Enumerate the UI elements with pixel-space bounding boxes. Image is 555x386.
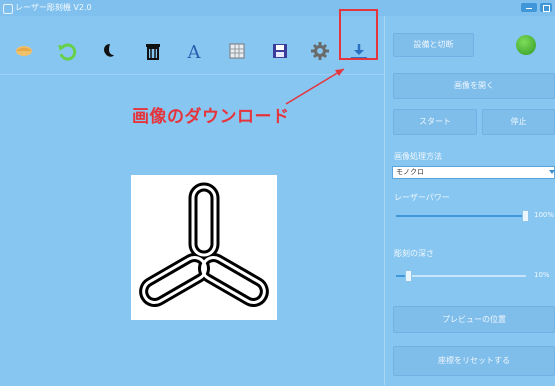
save-button[interactable] (268, 39, 292, 63)
stop-button[interactable]: 停止 (482, 109, 555, 135)
preview-position-button[interactable]: プレビューの位置 (393, 306, 555, 333)
save-icon (273, 44, 287, 58)
engrave-depth-label: 彫刻の深さ (394, 249, 434, 258)
settings-icon (311, 42, 329, 60)
disconnect-button[interactable]: 設備と切断 (393, 33, 474, 57)
engrave-depth-value: 10% (534, 271, 550, 279)
invert-button[interactable] (97, 39, 121, 63)
settings-button[interactable] (308, 39, 332, 63)
rotate-button[interactable] (55, 39, 79, 63)
minimize-button[interactable] (521, 3, 537, 12)
eraser-button[interactable] (12, 39, 36, 63)
grid-button[interactable] (225, 39, 249, 63)
rotate-icon (58, 43, 77, 61)
maximize-button[interactable] (540, 3, 552, 12)
connection-status-icon (516, 35, 536, 55)
engrave-depth-track (396, 275, 526, 277)
processing-method-select[interactable]: モノクロ (392, 166, 555, 179)
start-button[interactable]: スタート (393, 109, 477, 135)
processing-method-label: 画像処理方法 (394, 152, 442, 161)
text-button[interactable]: A (182, 39, 206, 63)
delete-button[interactable] (141, 39, 165, 63)
laser-power-slider[interactable] (522, 210, 529, 222)
annotation-label: 画像のダウンロード (132, 107, 290, 127)
open-image-button[interactable]: 画像を開く (393, 73, 555, 99)
toolbar: A (0, 16, 384, 74)
text-icon: A (187, 42, 202, 63)
eraser-icon (16, 46, 32, 56)
title-bar: レーザー彫刻機 V2.0 (0, 0, 555, 16)
download-highlight-box (339, 9, 378, 60)
engrave-depth-slider[interactable] (405, 270, 412, 282)
image-preview[interactable] (131, 175, 277, 320)
grid-icon (229, 43, 245, 59)
panel-divider (384, 16, 385, 385)
triskelion-logo-image (139, 182, 269, 307)
svg-text:A: A (187, 42, 202, 63)
invert-icon (104, 44, 114, 57)
laser-power-fill (396, 215, 526, 217)
chevron-down-icon (549, 170, 555, 174)
laser-power-label: レーザーパワー (394, 193, 450, 202)
reset-coordinates-button[interactable]: 座標をリセットする (393, 346, 555, 376)
trash-icon (146, 44, 160, 60)
laser-power-value: 100% (534, 211, 555, 219)
window-title: レーザー彫刻機 V2.0 (15, 3, 92, 12)
app-icon (3, 4, 13, 14)
